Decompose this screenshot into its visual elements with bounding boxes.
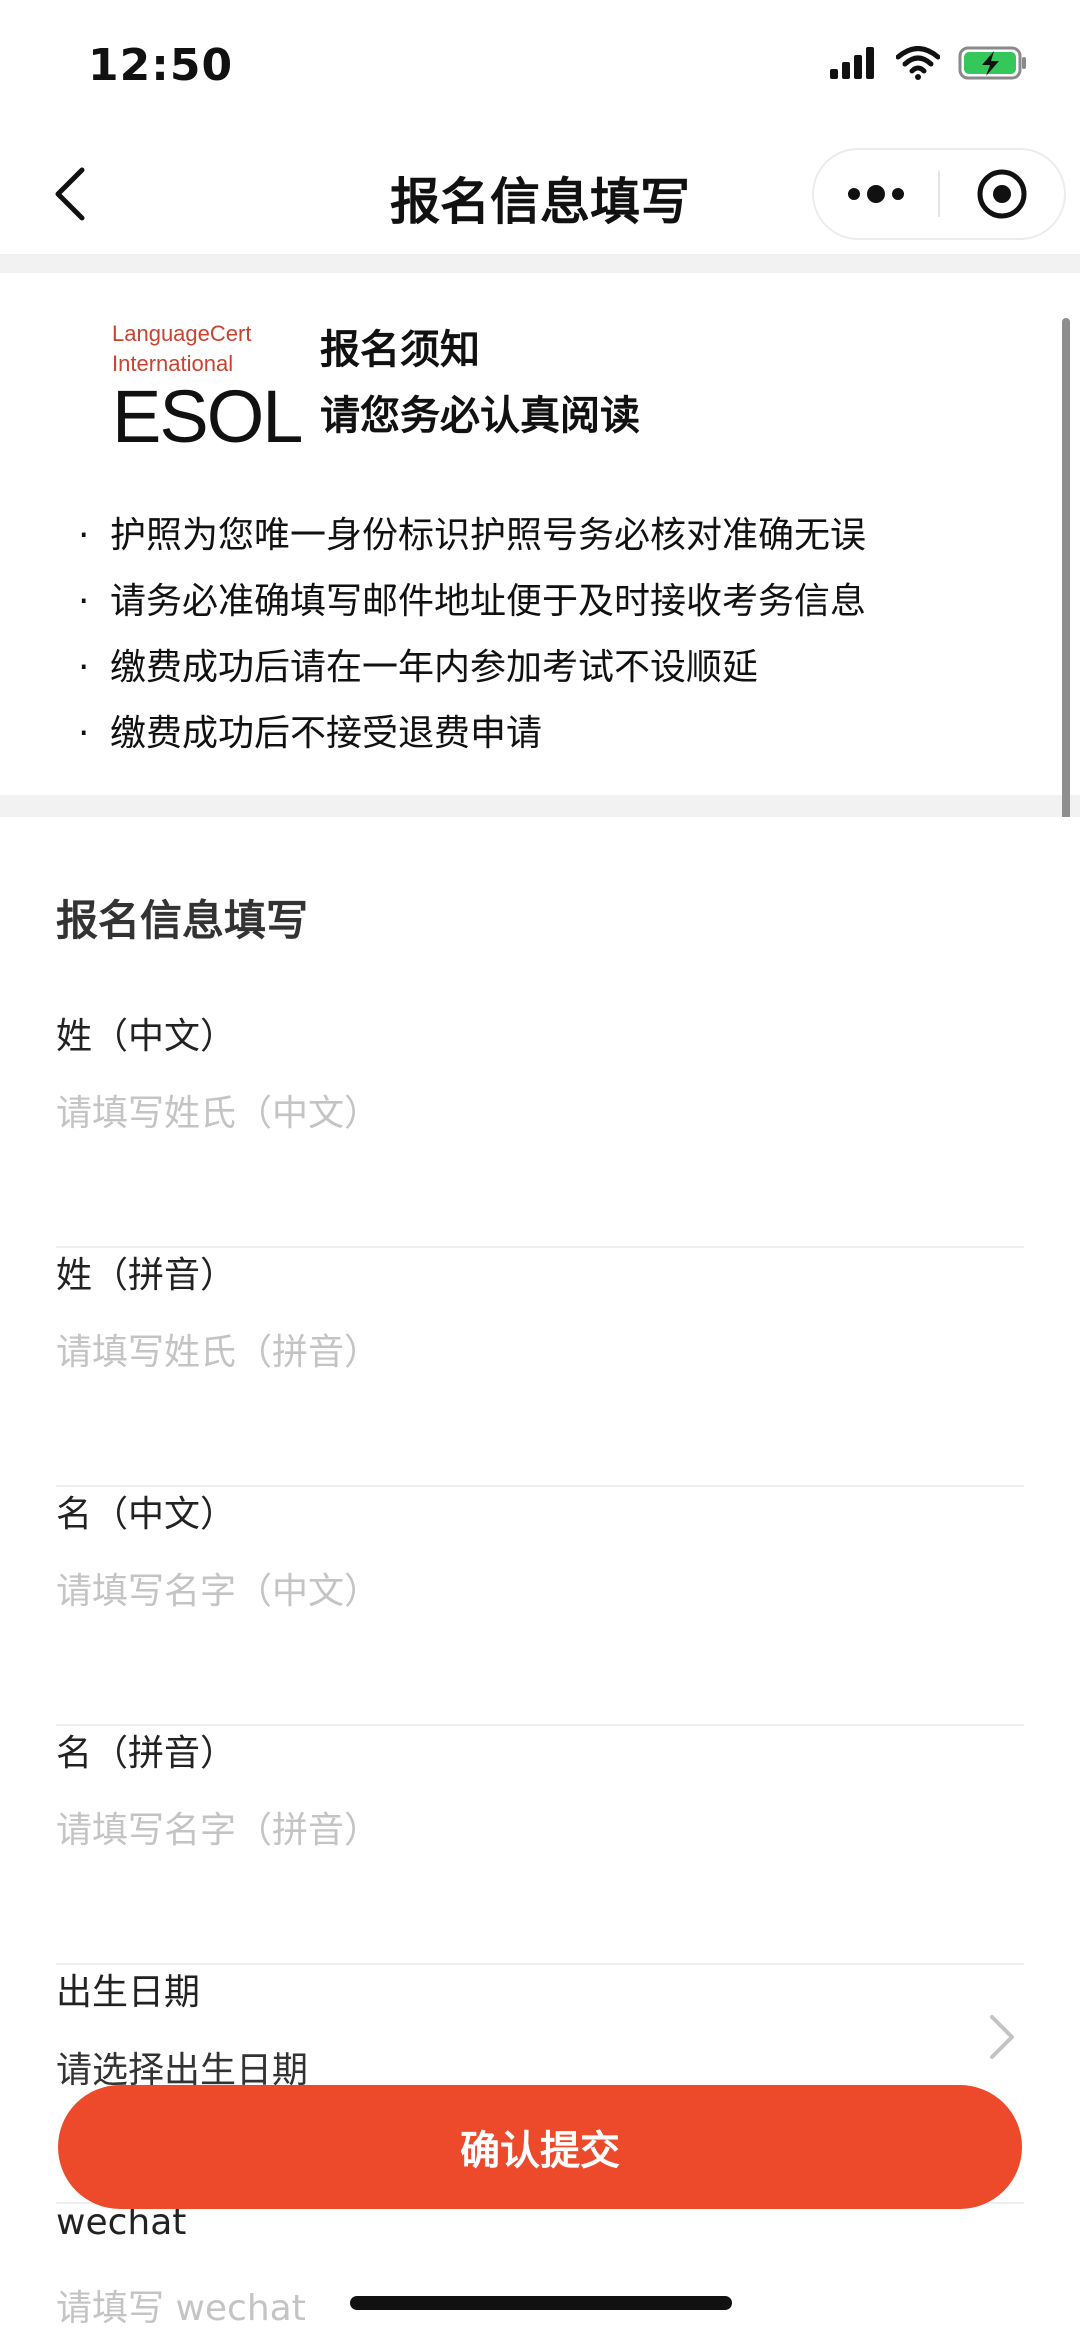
status-bar: 12:50 <box>0 0 1080 130</box>
logo-line-1: LanguageCert <box>112 321 252 346</box>
more-dots-icon <box>848 185 904 203</box>
nav-bar: 报名信息填写 <box>0 130 1080 254</box>
surname-pinyin-input[interactable] <box>56 1324 956 1380</box>
surname-chinese-field: 姓（中文） <box>56 1007 1024 1248</box>
notice-item: · 请务必准确填写邮件地址便于及时接收考务信息 <box>78 569 1058 635</box>
wifi-icon <box>896 46 940 80</box>
field-label: 名（中文） <box>56 1494 237 1535</box>
bullet: · <box>78 581 90 622</box>
notice-item: · 缴费成功后不接受退费申请 <box>78 701 1058 767</box>
close-miniprogram-button[interactable] <box>940 150 1064 238</box>
notice-item: · 护照为您唯一身份标识护照号务必核对准确无误 <box>78 503 1058 569</box>
logo-esol: ESOL <box>112 375 303 458</box>
field-label: 名（拼音） <box>56 1733 237 1774</box>
status-time: 12:50 <box>88 40 234 91</box>
languagecert-logo: LanguageCert International ESOL <box>112 319 303 458</box>
section-divider <box>0 795 1080 817</box>
target-close-icon <box>977 169 1027 219</box>
notice-item-text: 缴费成功后不接受退费申请 <box>110 713 543 754</box>
signal-icon <box>830 47 874 79</box>
bullet: · <box>78 647 90 688</box>
wechat-field: wechat <box>56 2202 1024 2337</box>
registration-page: 12:50 报名信息填写 LanguageCert International … <box>0 0 1080 2337</box>
chevron-right-icon <box>990 2015 1014 2059</box>
home-indicator[interactable] <box>350 2296 732 2310</box>
surname-pinyin-field: 姓（拼音） <box>56 1246 1024 1487</box>
notice-item-text: 缴费成功后请在一年内参加考试不设顺延 <box>110 647 759 688</box>
more-button[interactable] <box>814 150 938 238</box>
given-name-pinyin-field: 名（拼音） <box>56 1724 1024 1965</box>
bullet: · <box>78 713 90 754</box>
field-label: 姓（中文） <box>56 1016 237 1057</box>
notice-item: · 缴费成功后请在一年内参加考试不设顺延 <box>78 635 1058 701</box>
given-name-chinese-field: 名（中文） <box>56 1485 1024 1726</box>
form-heading: 报名信息填写 <box>56 896 309 945</box>
battery-charging-icon <box>958 46 1026 80</box>
notice-item-text: 请务必准确填写邮件地址便于及时接收考务信息 <box>110 581 867 622</box>
section-divider <box>0 254 1080 273</box>
bullet: · <box>78 515 90 556</box>
field-label: 出生日期 <box>56 1972 201 2013</box>
given-name-pinyin-input[interactable] <box>56 1802 956 1858</box>
field-label: 姓（拼音） <box>56 1255 237 1296</box>
given-name-chinese-input[interactable] <box>56 1563 956 1619</box>
notice-section: LanguageCert International ESOL 报名须知 请您务… <box>0 273 1080 795</box>
notice-subtitle: 请您务必认真阅读 <box>320 393 640 439</box>
notice-title: 报名须知 <box>320 327 480 373</box>
surname-chinese-input[interactable] <box>56 1085 956 1141</box>
submit-button[interactable]: 确认提交 <box>58 2085 1022 2209</box>
notice-item-text: 护照为您唯一身份标识护照号务必核对准确无误 <box>110 515 867 556</box>
notice-list: · 护照为您唯一身份标识护照号务必核对准确无误 · 请务必准确填写邮件地址便于及时接… <box>78 503 1058 767</box>
miniprogram-capsule <box>812 148 1066 240</box>
status-icons <box>830 46 1028 80</box>
